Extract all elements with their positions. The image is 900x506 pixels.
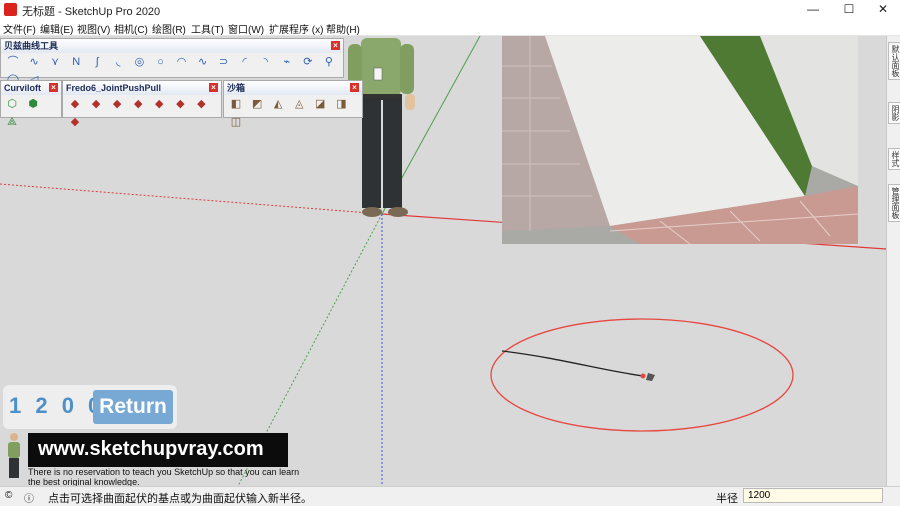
bezier-tool-icon[interactable]: ◜ <box>238 55 252 69</box>
bezier-tool-icon[interactable]: N <box>69 55 83 69</box>
sandbox-toolbar: 沙箱 × ◧ ◩ ◭ ◬ ◪ ◨ ◫ <box>223 80 363 128</box>
pushpull-tool-icon[interactable]: ◆ <box>152 97 166 111</box>
close-button[interactable]: ✕ <box>866 0 900 19</box>
bezier-tool-icon[interactable]: ⚲ <box>322 55 336 69</box>
menu-window[interactable]: 窗口(W) <box>228 21 264 36</box>
bezier-tool-icon[interactable]: ⌒ <box>6 55 20 69</box>
website-url: www.sketchupvray.com <box>38 438 264 460</box>
curviloft-toolbar: Curviloft × ⬡ ⬢ ⟁ <box>0 80 62 128</box>
model-viewport[interactable]: 贝兹曲线工具 × ⌒ ∿ ⋎ N ∫ ◟ ◎ ○ ◠ ∿ ⊃ ◜ ◝ ⌁ ⟳ ⚲ … <box>0 36 886 486</box>
measurement-input[interactable] <box>743 488 883 503</box>
sandbox-tool-icon[interactable]: ◫ <box>229 115 243 129</box>
bezier-tool-icon[interactable]: ∿ <box>27 55 41 69</box>
sandbox-tool-icon[interactable]: ◪ <box>313 97 327 111</box>
geo-location-icon[interactable]: © <box>5 490 12 501</box>
banner-note-line2: the best original knowledge. <box>28 477 140 486</box>
base-point-marker <box>640 373 646 379</box>
tray-tab-styles[interactable]: 样式 <box>888 148 900 170</box>
menu-camera[interactable]: 相机(C) <box>114 21 148 36</box>
sandbox-tool-icon[interactable]: ◩ <box>250 97 264 111</box>
fredo-toolbar-title: Fredo6_JointPushPull <box>66 83 162 93</box>
curviloft-tool-icon[interactable]: ⬢ <box>26 97 40 111</box>
tray-panel: 默认面板 阴影 样式 管理面板 <box>886 36 900 486</box>
menu-view[interactable]: 视图(V) <box>77 21 110 36</box>
bezier-tool-icon[interactable]: ⋎ <box>48 55 62 69</box>
pushpull-tool-icon[interactable]: ◆ <box>110 97 124 111</box>
bezier-tool-icon[interactable]: ○ <box>153 55 167 69</box>
sandbox-tool-icon[interactable]: ◨ <box>334 97 348 111</box>
close-icon[interactable]: × <box>331 41 340 50</box>
guide-curve <box>501 350 644 377</box>
bezier-tool-icon[interactable]: ⌁ <box>280 55 294 69</box>
fredo-joint-pushpull-toolbar: Fredo6_JointPushPull × ◆ ◆ ◆ ◆ ◆ ◆ ◆ ◆ <box>62 80 222 128</box>
pushpull-tool-icon[interactable]: ◆ <box>89 97 103 111</box>
curviloft-tool-icon[interactable]: ⟁ <box>5 115 19 129</box>
bezier-tool-icon[interactable]: ◠ <box>175 55 189 69</box>
pushpull-tool-icon[interactable]: ◆ <box>194 97 208 111</box>
sandbox-tool-icon[interactable]: ◧ <box>229 97 243 111</box>
info-icon[interactable]: ⓘ <box>24 490 34 505</box>
mini-figure-logo <box>8 433 20 478</box>
menu-draw[interactable]: 绘图(R) <box>152 21 186 36</box>
bezier-toolbar-title: 贝兹曲线工具 <box>4 41 59 51</box>
close-icon[interactable]: × <box>209 83 218 92</box>
cursor-icon <box>646 373 655 381</box>
menu-bar: 文件(F) 编辑(E) 视图(V) 相机(C) 绘图(R) 工具(T) 窗口(W… <box>0 19 900 36</box>
sandbox-tool-icon[interactable]: ◭ <box>271 97 285 111</box>
menu-file[interactable]: 文件(F) <box>3 21 36 36</box>
window-title: 无标题 - SketchUp Pro 2020 <box>22 6 161 18</box>
sketchup-logo-icon <box>4 3 17 16</box>
banner-note-line1: There is no reservation to teach you Ske… <box>28 467 300 477</box>
curviloft-toolbar-title: Curviloft <box>4 83 41 93</box>
sandbox-toolbar-title: 沙箱 <box>227 83 246 93</box>
bezier-tool-icon[interactable]: ∫ <box>90 55 104 69</box>
measurement-label: 半径 <box>716 493 738 505</box>
pushpull-tool-icon[interactable]: ◆ <box>173 97 187 111</box>
maximize-button[interactable]: ☐ <box>832 0 866 19</box>
bezier-toolbar: 贝兹曲线工具 × ⌒ ∿ ⋎ N ∫ ◟ ◎ ○ ◠ ∿ ⊃ ◜ ◝ ⌁ ⟳ ⚲ … <box>0 38 344 86</box>
sidewalk-photo <box>502 36 859 245</box>
pushpull-tool-icon[interactable]: ◆ <box>131 97 145 111</box>
sandbox-tool-icon[interactable]: ◬ <box>292 97 306 111</box>
menu-extensions[interactable]: 扩展程序 (x) <box>269 21 323 36</box>
status-bar: © ⓘ 点击可选择曲面起伏的基点或为曲面起伏输入新半径。 半径 <box>0 486 900 506</box>
red-axis-negative <box>0 183 383 215</box>
bezier-tool-icon[interactable]: ⊃ <box>217 55 231 69</box>
close-icon[interactable]: × <box>49 83 58 92</box>
status-message: 点击可选择曲面起伏的基点或为曲面起伏输入新半径。 <box>48 493 312 505</box>
pushpull-tool-icon[interactable]: ◆ <box>68 115 82 129</box>
bezier-tool-icon[interactable]: ◟ <box>111 55 125 69</box>
minimize-button[interactable]: — <box>796 0 830 19</box>
curviloft-tool-icon[interactable]: ⬡ <box>5 97 19 111</box>
menu-help[interactable]: 帮助(H) <box>326 21 360 36</box>
tray-tab-shadows[interactable]: 阴影 <box>888 102 900 124</box>
website-banner: www.sketchupvray.com <box>28 433 288 467</box>
close-icon[interactable]: × <box>350 83 359 92</box>
pushpull-tool-icon[interactable]: ◆ <box>68 97 82 111</box>
bezier-tool-icon[interactable]: ◝ <box>259 55 273 69</box>
typed-value-text: 1 2 0 0 <box>9 393 105 418</box>
bezier-tool-icon[interactable]: ⟳ <box>301 55 315 69</box>
bezier-tool-icon[interactable]: ◎ <box>132 55 146 69</box>
menu-tools[interactable]: 工具(T) <box>191 21 224 36</box>
tray-tab-default[interactable]: 默认面板 <box>888 42 900 80</box>
typed-value-overlay: 1 2 0 0 Return <box>3 385 177 429</box>
title-bar: 无标题 - SketchUp Pro 2020 — ☐ ✕ <box>0 0 900 19</box>
menu-edit[interactable]: 编辑(E) <box>40 21 73 36</box>
bezier-tool-icon[interactable]: ∿ <box>196 55 210 69</box>
return-key-badge: Return <box>93 390 173 424</box>
tray-tab-manage[interactable]: 管理面板 <box>888 184 900 222</box>
